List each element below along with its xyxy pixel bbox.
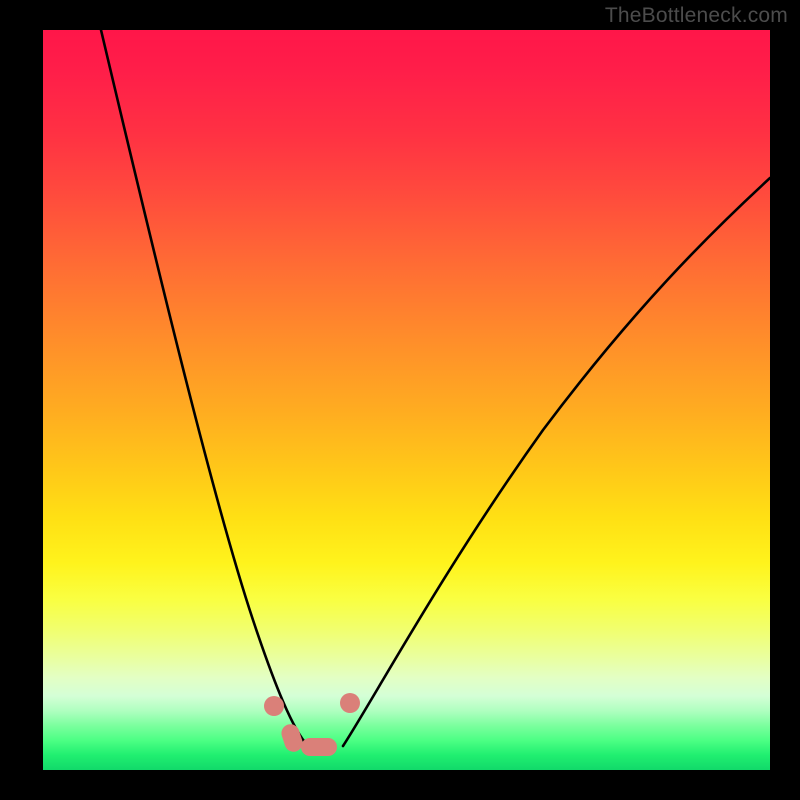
marker-pill-bottom [301, 738, 337, 756]
chart-canvas [43, 30, 770, 770]
right-curve [343, 178, 770, 746]
marker-dot-right [340, 693, 360, 713]
marker-dot-left [264, 696, 284, 716]
outer-frame: TheBottleneck.com [0, 0, 800, 800]
plot-area [43, 30, 770, 770]
marker-pill-left [279, 722, 305, 754]
left-curve [101, 30, 308, 746]
watermark-text: TheBottleneck.com [605, 4, 788, 28]
